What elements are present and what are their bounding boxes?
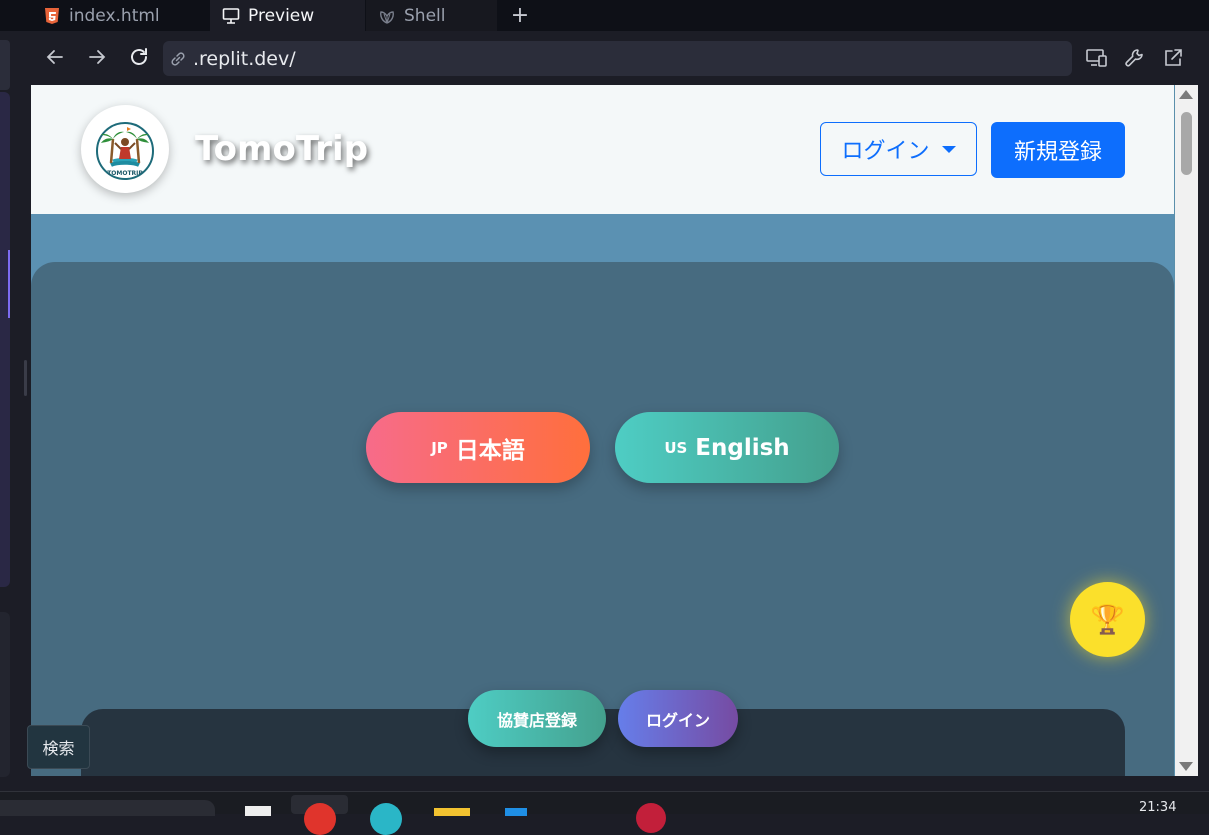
logo-text: TOMOTRIP <box>107 170 143 177</box>
arrow-left-icon <box>46 50 63 64</box>
sponsor-register-button[interactable]: 協賛店登録 <box>468 690 606 747</box>
caret-down-icon <box>941 145 956 153</box>
url-bar[interactable]: .replit.dev/ <box>163 41 1072 76</box>
os-taskbar <box>0 791 1209 835</box>
preview-frame: TOMOTRIP TomoTrip ログイン 新規登録 JP 日本語 US En… <box>31 85 1198 776</box>
taskbar-search[interactable] <box>0 800 215 816</box>
search-tooltip[interactable]: 検索 <box>27 725 90 769</box>
taskbar-app-icon[interactable] <box>505 808 527 816</box>
ide-tab-bar: index.html Preview Shell + <box>0 0 1209 31</box>
active-indicator <box>8 250 10 318</box>
tab-label: Preview <box>248 5 315 26</box>
scrollbar[interactable] <box>1175 85 1198 776</box>
ranking-button[interactable]: 🏆 <box>1070 582 1145 657</box>
language-label: English <box>695 434 790 461</box>
tab-label: Shell <box>404 5 446 26</box>
language-label: 日本語 <box>455 437 525 464</box>
site-brand[interactable]: TomoTrip <box>195 129 368 169</box>
trophy-icon: 🏆 <box>1090 603 1125 636</box>
reload-icon <box>131 48 147 65</box>
taskbar-app-icon[interactable] <box>370 803 402 835</box>
open-external-button[interactable] <box>1160 45 1186 71</box>
external-link-icon <box>1165 49 1182 66</box>
site-header: TOMOTRIP TomoTrip ログイン 新規登録 <box>31 85 1174 214</box>
url-text: .replit.dev/ <box>193 47 296 70</box>
monitor-icon <box>222 7 240 24</box>
site-logo[interactable]: TOMOTRIP <box>81 105 169 193</box>
sidebar-panel <box>0 92 10 587</box>
tab-label: index.html <box>69 5 160 26</box>
taskbar-chrome-icon[interactable] <box>304 803 336 835</box>
scroll-down-icon[interactable] <box>1179 762 1193 771</box>
language-japanese-button[interactable]: JP 日本語 <box>366 412 590 483</box>
hero-card <box>31 262 1174 776</box>
scroll-up-icon[interactable] <box>1179 90 1193 99</box>
login-label: ログイン <box>841 139 930 164</box>
devtools-button[interactable] <box>1122 45 1148 71</box>
tab-preview[interactable]: Preview <box>210 0 365 31</box>
sidebar-panel <box>0 40 10 90</box>
html5-icon <box>45 7 59 24</box>
back-button[interactable] <box>43 45 67 69</box>
flag-us-icon: US <box>664 438 688 457</box>
shell-icon <box>380 10 394 24</box>
language-english-button[interactable]: US English <box>615 412 839 483</box>
resize-handle[interactable] <box>24 360 27 396</box>
login-button[interactable]: ログイン <box>618 690 738 747</box>
palm-island-logo-icon: TOMOTRIP <box>96 122 154 180</box>
add-tab-button[interactable]: + <box>500 0 540 31</box>
forward-button[interactable] <box>85 45 109 69</box>
devices-button[interactable] <box>1084 45 1110 71</box>
signup-button[interactable]: 新規登録 <box>991 122 1125 178</box>
flag-jp-icon: JP <box>431 438 448 457</box>
taskbar-app-icon[interactable] <box>245 806 271 816</box>
wrench-icon <box>1125 49 1143 67</box>
scrollbar-thumb[interactable] <box>1181 112 1192 175</box>
taskbar-app-icon[interactable] <box>636 803 666 833</box>
tab-index-html[interactable]: index.html <box>31 0 209 31</box>
link-icon <box>171 51 185 66</box>
arrow-right-icon <box>89 50 106 64</box>
reload-button[interactable] <box>127 45 151 69</box>
folder-icon[interactable] <box>434 808 470 816</box>
login-dropdown-button[interactable]: ログイン <box>820 122 977 176</box>
devices-icon <box>1086 49 1107 67</box>
plus-icon: + <box>510 3 530 28</box>
sidebar-panel <box>0 612 10 777</box>
tab-shell[interactable]: Shell <box>366 0 497 31</box>
